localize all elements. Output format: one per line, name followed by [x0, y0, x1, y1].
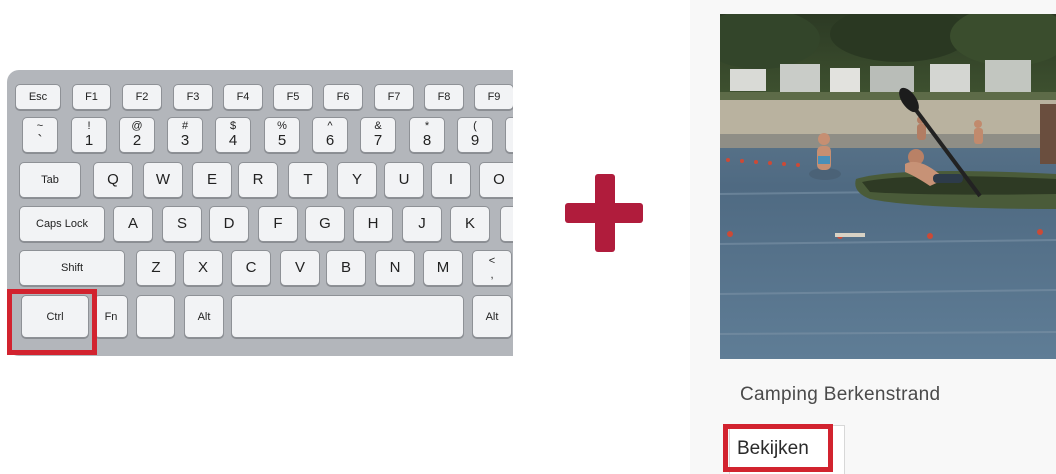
key-c: C: [231, 250, 271, 286]
key-u: U: [384, 162, 424, 198]
key-f: F: [258, 206, 298, 242]
key-t: T: [288, 162, 328, 198]
key-alt-left: Alt: [184, 295, 224, 338]
key-esc: Esc: [15, 84, 61, 110]
key-j: J: [402, 206, 442, 242]
key-windows: [136, 295, 175, 338]
key-caps-lock: Caps Lock: [19, 206, 105, 242]
key-g: G: [305, 206, 345, 242]
key-6: ^ 6: [312, 117, 348, 153]
key-9: (9: [457, 117, 493, 153]
key-7: & 7: [360, 117, 396, 153]
key-fn: Fn: [94, 295, 128, 338]
key-r: R: [238, 162, 278, 198]
lake-photo-illustration: [720, 14, 1056, 359]
key-n: N: [375, 250, 415, 286]
key-f7: F7: [374, 84, 414, 110]
key-f2: F2: [122, 84, 162, 110]
key-comma: < ,: [472, 250, 512, 286]
key-h: H: [353, 206, 393, 242]
key-b: B: [326, 250, 366, 286]
key-w: W: [143, 162, 183, 198]
key-i: I: [431, 162, 471, 198]
key-f8: F8: [424, 84, 464, 110]
key-l-partial: [500, 206, 513, 242]
key-o: O: [479, 162, 513, 198]
campsite-photo[interactable]: [720, 14, 1056, 359]
key-tilde: ~ `: [22, 117, 58, 153]
key-f3: F3: [173, 84, 213, 110]
ctrl-highlight-box: [7, 289, 97, 355]
key-k: K: [450, 206, 490, 242]
key-y: Y: [337, 162, 377, 198]
key-3: #3: [167, 117, 203, 153]
key-x: X: [183, 250, 223, 286]
key-5: % 5: [264, 117, 300, 153]
key-f1: F1: [72, 84, 111, 110]
key-0-partial: [505, 117, 513, 153]
key-f5: F5: [273, 84, 313, 110]
key-v: V: [280, 250, 320, 286]
key-a: A: [113, 206, 153, 242]
key-f6: F6: [323, 84, 363, 110]
key-q: Q: [93, 162, 133, 198]
key-4: $4: [215, 117, 251, 153]
key-2: @2: [119, 117, 155, 153]
key-s: S: [162, 206, 202, 242]
view-link-highlight-box: [723, 424, 833, 472]
key-m: M: [423, 250, 463, 286]
key-z: Z: [136, 250, 176, 286]
key-f4: F4: [223, 84, 263, 110]
campsite-title: Camping Berkenstrand: [740, 384, 941, 405]
key-e: E: [192, 162, 232, 198]
key-f9: F9: [474, 84, 513, 110]
key-1: ! 1: [71, 117, 107, 153]
key-d: D: [209, 206, 249, 242]
key-tab: Tab: [19, 162, 81, 198]
key-8: * 8: [409, 117, 445, 153]
key-alt-right: Alt: [472, 295, 512, 338]
key-shift: Shift: [19, 250, 125, 286]
key-space: [231, 295, 464, 338]
